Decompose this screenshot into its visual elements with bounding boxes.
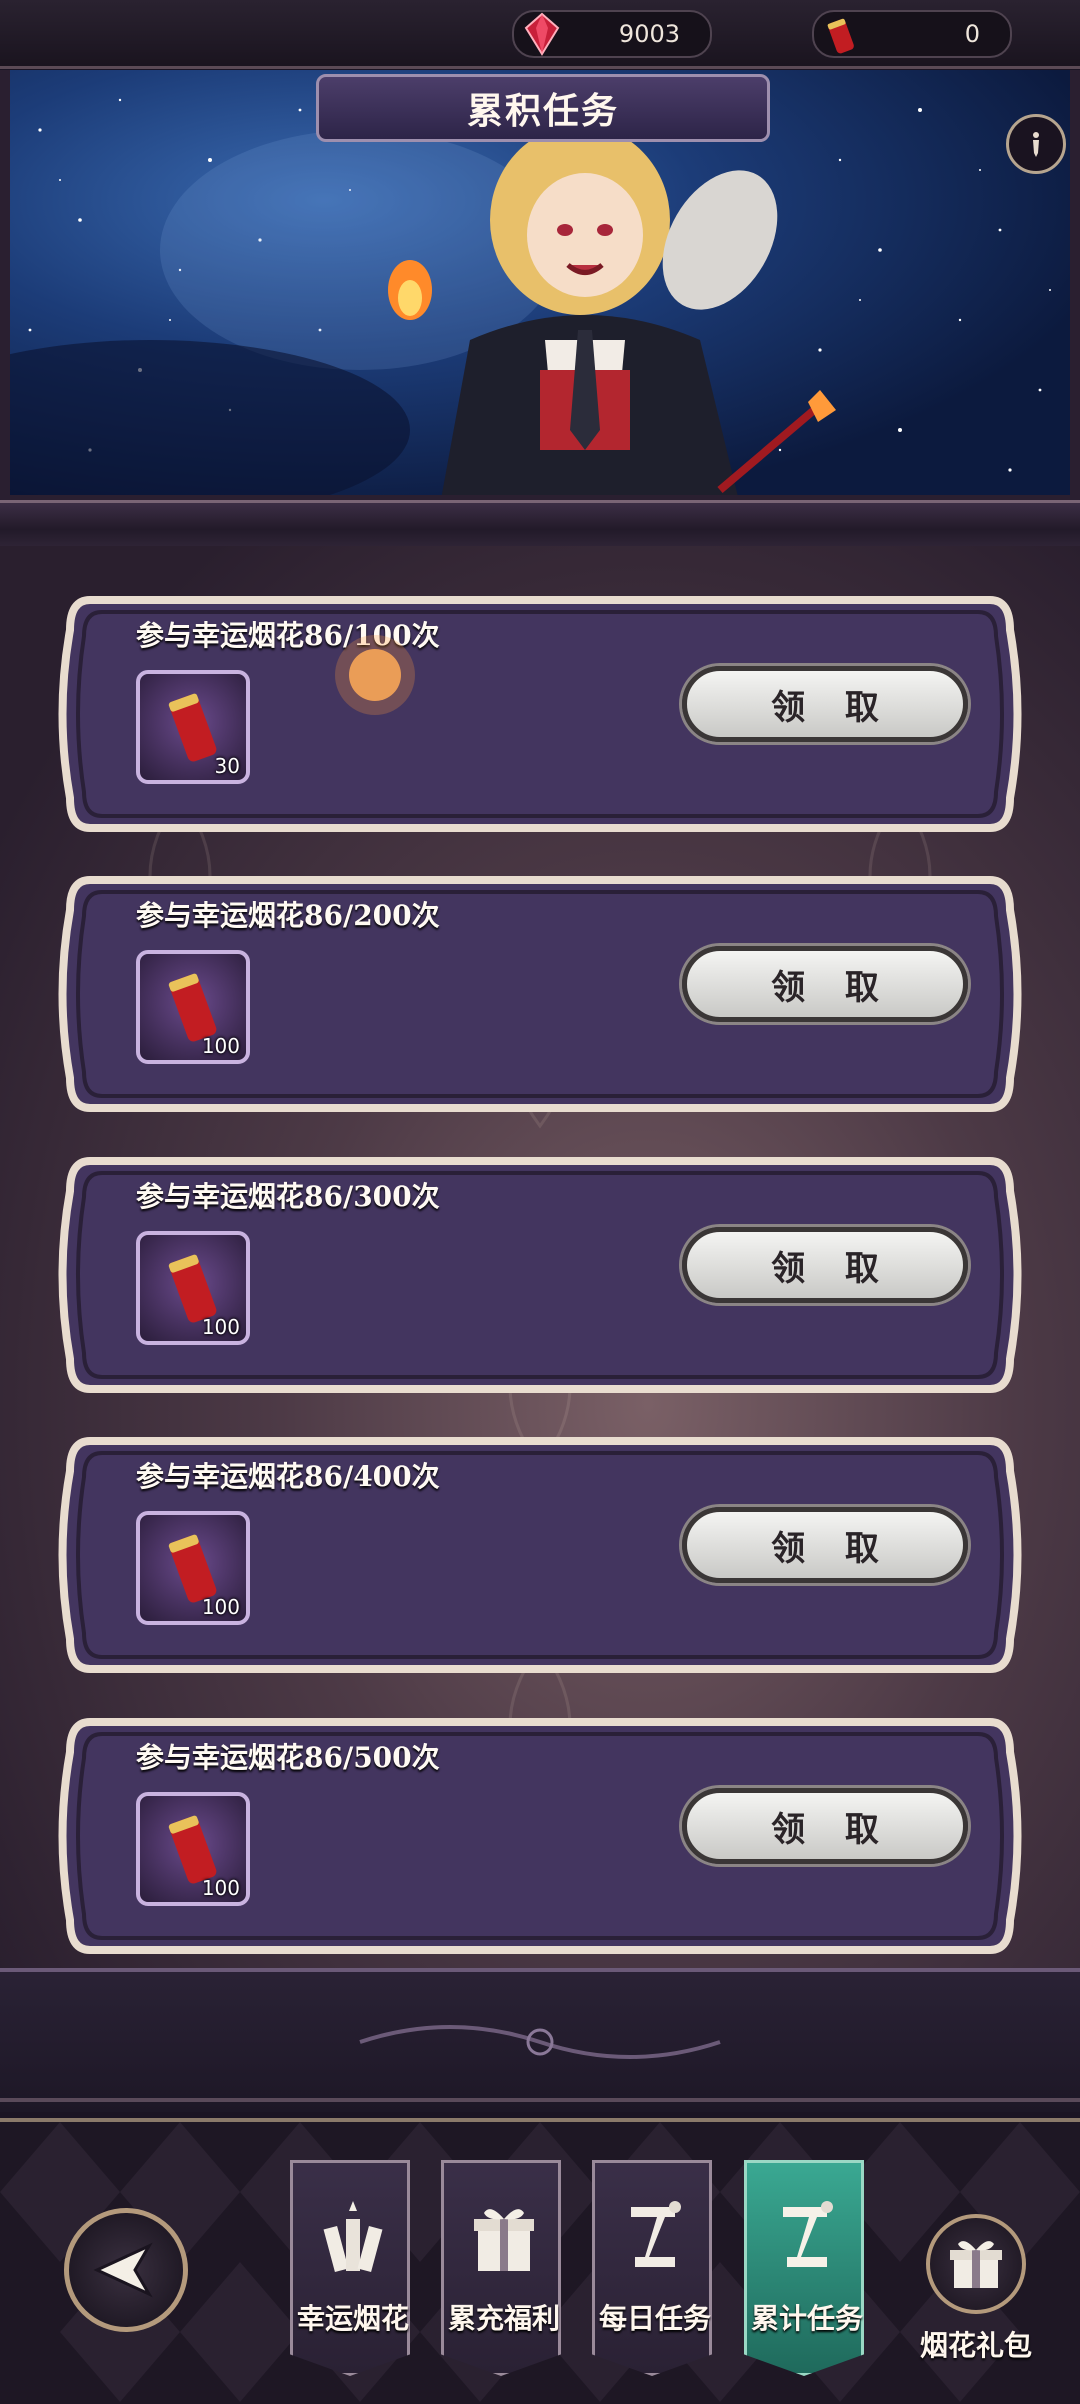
tab-label: 累计任务 [750, 2302, 863, 2335]
tab-label: 累充福利 [447, 2302, 560, 2335]
task-title: 参与幸运烟花86/200次 [136, 899, 440, 932]
claim-button[interactable]: 领 取 [682, 946, 968, 1022]
reward-count: 100 [201, 1034, 240, 1058]
back-button[interactable] [64, 2208, 188, 2332]
tab-recharge-benefits[interactable]: 累充福利 [441, 2160, 561, 2376]
currency-bar: 9003 0 [0, 0, 1080, 69]
scroll-icon [783, 2201, 833, 2267]
list-bottom-frame [0, 1968, 1080, 2112]
reward-item-slot[interactable]: 100 [136, 1231, 250, 1345]
tab-lucky-fireworks[interactable]: 幸运烟花 [290, 2160, 410, 2376]
firework-rocket-icon [827, 18, 854, 54]
fireworks-icon [323, 2201, 383, 2273]
bottom-nav: 幸运烟花 累充福利 每日任务 累计任务 烟花礼包 [0, 2118, 1080, 2404]
firework-currency[interactable]: 0 [812, 10, 1012, 58]
reward-count: 100 [201, 1315, 240, 1339]
claim-button[interactable]: 领 取 [682, 1227, 968, 1303]
scroll-icon [631, 2201, 681, 2267]
reward-count: 100 [201, 1595, 240, 1619]
task-card-5: 参与幸运烟花86/500次 100 领 取 [50, 1712, 1030, 1960]
claim-button[interactable]: 领 取 [682, 1507, 968, 1583]
reward-item-slot[interactable]: 100 [136, 950, 250, 1064]
page-title: 累积任务 [466, 90, 619, 132]
task-title: 参与幸运烟花86/500次 [136, 1741, 440, 1774]
claim-button-label: 领 取 [771, 1248, 893, 1289]
reward-item-slot[interactable]: 100 [136, 1511, 250, 1625]
claim-button[interactable]: 领 取 [682, 1788, 968, 1864]
tab-label: 每日任务 [598, 2302, 711, 2335]
info-icon [1033, 132, 1039, 157]
tab-label: 幸运烟花 [296, 2302, 409, 2335]
claim-button-label: 领 取 [771, 687, 893, 728]
claim-button-label: 领 取 [771, 1528, 893, 1569]
gift-pack-label: 烟花礼包 [920, 2329, 1033, 2362]
gem-currency[interactable]: 9003 [512, 10, 712, 58]
page-title-plate: 累积任务 [316, 74, 770, 142]
gift-box-icon [474, 2209, 534, 2271]
firework-gift-pack-button[interactable] [926, 2214, 1026, 2314]
reward-item-slot[interactable]: 30 [136, 670, 250, 784]
reward-count: 30 [214, 754, 240, 778]
gift-box-icon [950, 2241, 1002, 2288]
back-arrow-icon [93, 2242, 153, 2298]
ornament-divider [0, 2025, 1080, 2102]
task-card-4: 参与幸运烟花86/400次 100 领 取 [50, 1431, 1030, 1679]
claim-button-label: 领 取 [771, 967, 893, 1008]
tab-daily-tasks[interactable]: 每日任务 [592, 2160, 712, 2376]
sparkle-effect [335, 635, 415, 715]
task-card-2: 参与幸运烟花86/200次 100 领 取 [50, 870, 1030, 1118]
red-gem-icon [524, 12, 560, 56]
task-title: 参与幸运烟花86/300次 [136, 1180, 440, 1213]
claim-button-label: 领 取 [771, 1809, 893, 1850]
reward-item-slot[interactable]: 100 [136, 1792, 250, 1906]
info-button[interactable] [1006, 114, 1066, 174]
reward-count: 100 [201, 1876, 240, 1900]
task-card-1: 参与幸运烟花86/100次 30 领 取 [50, 590, 1030, 838]
claim-button[interactable]: 领 取 [682, 666, 968, 742]
tab-cumulative-tasks[interactable]: 累计任务 [744, 2160, 864, 2376]
task-title: 参与幸运烟花86/400次 [136, 1460, 440, 1493]
task-card-3: 参与幸运烟花86/300次 100 领 取 [50, 1151, 1030, 1399]
banner-divider [0, 500, 1080, 550]
gem-count: 9003 [618, 20, 680, 48]
firework-count: 0 [964, 20, 980, 48]
